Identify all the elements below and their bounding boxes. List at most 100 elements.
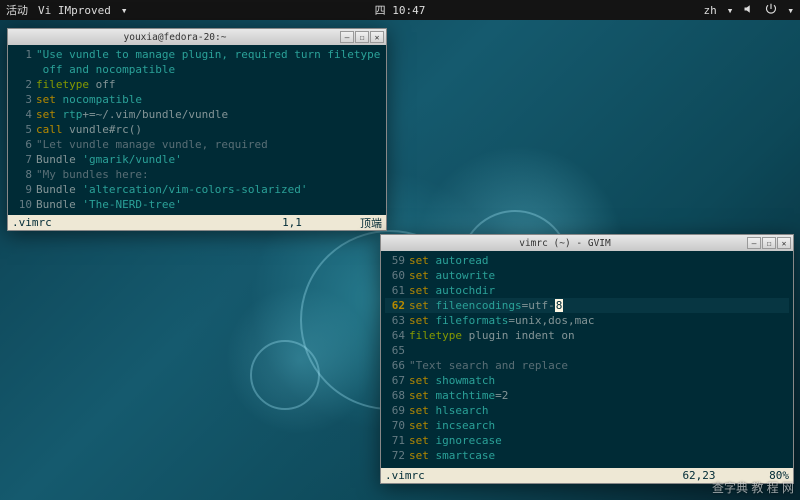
window-title: vimrc (~) - GVIM: [383, 238, 747, 249]
code-line: 66"Text search and replace: [385, 358, 789, 373]
code-line: 10Bundle 'The-NERD-tree': [12, 197, 382, 212]
line-number: 63: [385, 313, 409, 328]
code-text: off and nocompatible: [36, 62, 382, 77]
line-number: 59: [385, 253, 409, 268]
line-number: 61: [385, 283, 409, 298]
code-text: set autochdir: [409, 283, 789, 298]
code-text: Bundle 'The-NERD-tree': [36, 197, 382, 212]
line-number: 67: [385, 373, 409, 388]
code-text: set fileencodings=utf-8: [409, 298, 789, 313]
code-line: off and nocompatible: [12, 62, 382, 77]
code-text: "Use vundle to manage plugin, required t…: [36, 47, 382, 62]
chevron-down-icon: ▾: [727, 4, 734, 17]
code-text: filetype plugin indent on: [409, 328, 789, 343]
code-text: set rtp+=~/.vim/bundle/vundle: [36, 107, 382, 122]
title-bar[interactable]: vimrc (~) - GVIM – ☐ ✕: [381, 235, 793, 251]
line-number: 10: [12, 197, 36, 212]
line-number: [12, 62, 36, 77]
cursor: 8: [555, 299, 564, 312]
line-number: 1: [12, 47, 36, 62]
code-text: "My bundles here:: [36, 167, 382, 182]
code-line: 2filetype off: [12, 77, 382, 92]
window-title: youxia@fedora-20:~: [10, 32, 340, 43]
line-number: 3: [12, 92, 36, 107]
line-number: 65: [385, 343, 409, 358]
code-text: set nocompatible: [36, 92, 382, 107]
minimize-button[interactable]: –: [747, 237, 761, 249]
code-line: 6"Let vundle manage vundle, required: [12, 137, 382, 152]
code-text: set incsearch: [409, 418, 789, 433]
minimize-button[interactable]: –: [340, 31, 354, 43]
gvim-window[interactable]: vimrc (~) - GVIM – ☐ ✕ 59set autoread60s…: [380, 234, 794, 484]
code-text: "Text search and replace: [409, 358, 789, 373]
code-line: 62set fileencodings=utf-8: [385, 298, 789, 313]
code-text: Bundle 'gmarik/vundle': [36, 152, 382, 167]
code-line: 64filetype plugin indent on: [385, 328, 789, 343]
clock[interactable]: 四 10:47: [375, 2, 426, 18]
line-number: 9: [12, 182, 36, 197]
close-button[interactable]: ✕: [370, 31, 384, 43]
line-number: 68: [385, 388, 409, 403]
code-text: set autowrite: [409, 268, 789, 283]
code-text: set ignorecase: [409, 433, 789, 448]
line-number: 62: [385, 298, 409, 313]
terminal-window[interactable]: youxia@fedora-20:~ – ☐ ✕ 1"Use vundle to…: [7, 28, 387, 231]
code-line: 61set autochdir: [385, 283, 789, 298]
code-text: [409, 343, 789, 358]
code-text: set autoread: [409, 253, 789, 268]
maximize-button[interactable]: ☐: [762, 237, 776, 249]
code-line: 63set fileformats=unix,dos,mac: [385, 313, 789, 328]
close-button[interactable]: ✕: [777, 237, 791, 249]
app-menu[interactable]: Vi IMproved: [38, 4, 111, 17]
code-line: 60set autowrite: [385, 268, 789, 283]
code-text: set showmatch: [409, 373, 789, 388]
status-scroll: 顶端: [332, 215, 382, 231]
chevron-down-icon: ▾: [787, 4, 794, 17]
power-icon[interactable]: [765, 3, 777, 18]
line-number: 4: [12, 107, 36, 122]
line-number: 72: [385, 448, 409, 463]
code-line: 65: [385, 343, 789, 358]
line-number: 5: [12, 122, 36, 137]
line-number: 2: [12, 77, 36, 92]
editor-area[interactable]: 1"Use vundle to manage plugin, required …: [8, 45, 386, 215]
code-line: 67set showmatch: [385, 373, 789, 388]
editor-area[interactable]: 59set autoread60set autowrite61set autoc…: [381, 251, 793, 468]
code-line: 59set autoread: [385, 253, 789, 268]
code-line: 1"Use vundle to manage plugin, required …: [12, 47, 382, 62]
input-lang[interactable]: zh: [704, 4, 717, 17]
chevron-down-icon: ▾: [121, 4, 128, 17]
code-line: 8"My bundles here:: [12, 167, 382, 182]
code-text: set matchtime=2: [409, 388, 789, 403]
code-text: "Let vundle manage vundle, required: [36, 137, 382, 152]
code-line: 68set matchtime=2: [385, 388, 789, 403]
line-number: 70: [385, 418, 409, 433]
watermark-text: 查字典 教 程 网: [712, 479, 794, 496]
status-line: .vimrc 1,1 顶端: [8, 215, 386, 230]
title-bar[interactable]: youxia@fedora-20:~ – ☐ ✕: [8, 29, 386, 45]
code-text: filetype off: [36, 77, 382, 92]
code-line: 5call vundle#rc(): [12, 122, 382, 137]
code-line: 4set rtp+=~/.vim/bundle/vundle: [12, 107, 382, 122]
code-line: 70set incsearch: [385, 418, 789, 433]
code-text: Bundle 'altercation/vim-colors-solarized…: [36, 182, 382, 197]
status-position: 1,1: [252, 216, 332, 229]
volume-icon[interactable]: [743, 3, 755, 18]
code-line: 3set nocompatible: [12, 92, 382, 107]
line-number: 71: [385, 433, 409, 448]
gnome-topbar: 活动 Vi IMproved ▾ 四 10:47 zh ▾ ▾: [0, 0, 800, 20]
code-text: call vundle#rc(): [36, 122, 382, 137]
line-number: 60: [385, 268, 409, 283]
code-line: 9Bundle 'altercation/vim-colors-solarize…: [12, 182, 382, 197]
code-text: set hlsearch: [409, 403, 789, 418]
activities-button[interactable]: 活动: [6, 2, 28, 18]
line-number: 8: [12, 167, 36, 182]
maximize-button[interactable]: ☐: [355, 31, 369, 43]
code-line: 72set smartcase: [385, 448, 789, 463]
status-filename: .vimrc: [12, 216, 252, 229]
code-text: set smartcase: [409, 448, 789, 463]
code-line: 7Bundle 'gmarik/vundle': [12, 152, 382, 167]
code-line: 71set ignorecase: [385, 433, 789, 448]
status-filename: .vimrc: [385, 469, 659, 482]
code-line: 69set hlsearch: [385, 403, 789, 418]
